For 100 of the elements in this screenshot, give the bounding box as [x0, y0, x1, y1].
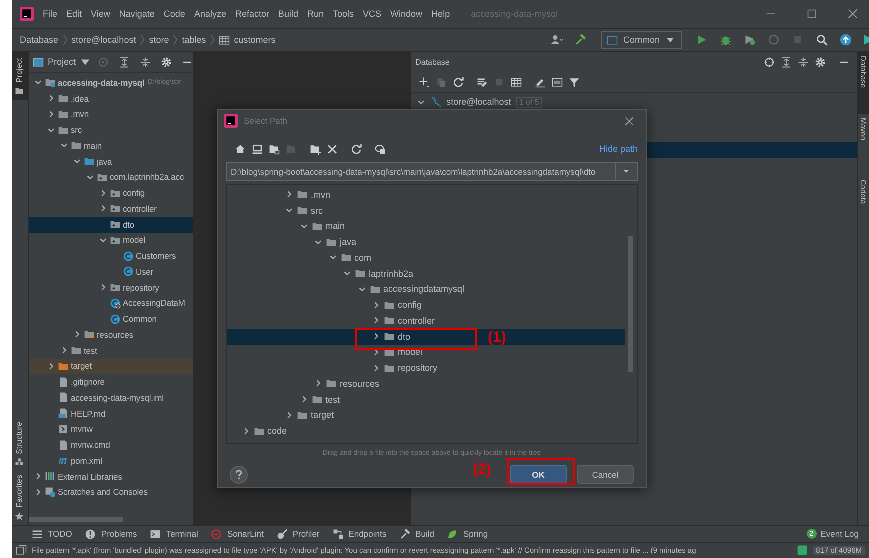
menu-item[interactable]: VCS [363, 9, 382, 19]
tree-item-label[interactable]: .idea [70, 94, 89, 104]
tree-item-label[interactable]: Common [122, 314, 157, 324]
ok-button[interactable]: OK [510, 465, 567, 484]
tree-item-label[interactable]: test [84, 346, 98, 356]
tree-item-label[interactable]: Scratches and Consoles [58, 487, 148, 498]
chevron-down-icon[interactable] [34, 78, 43, 88]
chevron-right-icon[interactable] [372, 300, 381, 310]
chevron-down-icon[interactable] [328, 253, 338, 262]
chevron-down-icon[interactable] [285, 206, 294, 216]
console-icon[interactable] [552, 76, 563, 88]
hide-path-link[interactable]: Hide path [599, 144, 638, 154]
tool-window-tab[interactable]: Structure [15, 422, 24, 454]
tree-item-label[interactable]: HELP.md [70, 408, 106, 419]
run-configuration-dropdown[interactable]: Common [601, 31, 682, 49]
tree-item-label[interactable]: target [311, 410, 334, 420]
tree-item-label[interactable]: config [122, 188, 146, 198]
tree-item-label[interactable]: Customers [136, 251, 176, 262]
tree-item-label[interactable]: main [326, 221, 346, 232]
tree-item-label[interactable]: repository [398, 363, 438, 374]
tree-item-label[interactable]: main [84, 140, 102, 151]
tree-item-label[interactable]: com.laptrinhb2a.acc [110, 172, 184, 182]
tree-item-label[interactable]: store@localhost [446, 97, 512, 107]
search-icon[interactable] [816, 34, 828, 46]
tree-item-label[interactable]: accessingdatamysql [384, 284, 465, 294]
codota-icon[interactable] [797, 545, 808, 556]
tree-item-label[interactable]: mvnw [70, 424, 93, 434]
scrollbar[interactable] [28, 517, 123, 522]
edit-icon[interactable] [534, 76, 546, 88]
hammer-icon[interactable] [575, 34, 588, 46]
plugin-icon[interactable] [864, 34, 869, 46]
tree-item-label[interactable]: dto [122, 220, 134, 230]
settings-icon[interactable] [160, 56, 172, 68]
chevron-right-icon[interactable] [372, 332, 381, 342]
coverage-icon[interactable] [744, 34, 756, 46]
breadcrumb-item[interactable]: Database [20, 35, 59, 45]
chevron-right-icon[interactable] [372, 316, 381, 326]
path-field[interactable]: D:\blog\spring-boot\accessing-data-mysql\src\main\java\com\laptrinhb2a\accessingdatamysql\dto [226, 162, 638, 181]
menu-item[interactable]: Navigate [119, 9, 155, 19]
tree-item-label[interactable]: User [136, 266, 154, 277]
expand-all-icon[interactable] [781, 56, 792, 68]
menu-item[interactable]: Refactor [235, 9, 270, 19]
update-icon[interactable] [840, 34, 852, 46]
tree-item-label[interactable]: accessing-data-mysql.iml [70, 392, 164, 403]
tree-item-label[interactable]: dto [398, 332, 411, 342]
chevron-right-icon[interactable] [372, 364, 381, 373]
settings-icon[interactable] [815, 56, 826, 68]
tool-window-button[interactable]: Spring [463, 529, 488, 539]
tree-item-label[interactable]: test [326, 394, 340, 405]
menu-item[interactable]: Window [390, 9, 423, 19]
breadcrumb-item[interactable]: store@localhost [72, 35, 136, 45]
chevron-right-icon[interactable] [314, 379, 323, 388]
menu-item[interactable]: Edit [66, 9, 82, 19]
refresh-icon[interactable] [452, 76, 464, 88]
collapse-all-icon[interactable] [798, 56, 810, 68]
tree-item-label[interactable]: target [70, 361, 92, 372]
bug-icon[interactable] [720, 34, 732, 46]
close-icon[interactable] [625, 116, 634, 126]
tool-window-button[interactable]: Profiler [292, 529, 320, 539]
tool-window-button[interactable]: Build [416, 529, 434, 539]
tree-item-label[interactable]: laptrinhb2a [369, 268, 414, 279]
close-icon[interactable] [848, 9, 858, 19]
tree-item-label[interactable]: resources [96, 330, 134, 340]
folder-icon[interactable] [269, 144, 280, 154]
menu-item[interactable]: Run [308, 9, 324, 19]
menu-item[interactable]: Help [432, 9, 450, 19]
tree-item-label[interactable]: model [122, 235, 146, 246]
tree-item-label[interactable]: .mvn [311, 190, 331, 200]
chevron-right-icon[interactable] [285, 190, 294, 200]
help-button[interactable] [230, 466, 248, 484]
tree-item-label[interactable]: resources [340, 378, 380, 389]
tree-item-label[interactable]: controller [122, 204, 157, 214]
breadcrumb-item[interactable]: tables [182, 35, 206, 45]
filter-icon[interactable] [568, 76, 580, 88]
new-folder-icon[interactable] [310, 144, 321, 154]
menu-item[interactable]: Analyze [194, 9, 226, 19]
tool-window-button[interactable]: TODO [48, 529, 72, 539]
chevron-down-icon[interactable] [72, 157, 82, 166]
user-icon[interactable] [551, 34, 564, 46]
menu-item[interactable]: Tools [333, 9, 354, 19]
tool-window-button[interactable]: Problems [101, 529, 138, 539]
refresh-icon[interactable] [351, 144, 362, 154]
menu-item[interactable]: View [91, 9, 110, 19]
tree-item-label[interactable]: src [70, 125, 82, 136]
tool-window-button[interactable]: SonarLint [227, 529, 264, 539]
tree-item-label[interactable]: accessing-data-mysql [58, 78, 145, 88]
chevron-down-icon[interactable] [343, 269, 352, 278]
tree-item-label[interactable]: java [96, 156, 112, 167]
menu-item[interactable]: Build [278, 9, 298, 19]
tree-item-label[interactable]: controller [398, 316, 436, 326]
chevron-down-icon[interactable] [60, 141, 69, 150]
cancel-button[interactable]: Cancel [577, 465, 634, 484]
expand-all-icon[interactable] [118, 56, 130, 68]
show-hidden-icon[interactable] [375, 144, 386, 154]
tree-item-label[interactable]: java [340, 237, 357, 248]
tree-item-label[interactable]: repository [122, 282, 160, 293]
maximize-icon[interactable] [807, 9, 817, 19]
project-view-dropdown[interactable]: Project [48, 57, 76, 67]
breadcrumb-item[interactable]: store [149, 35, 170, 45]
scrollbar[interactable] [628, 236, 633, 372]
